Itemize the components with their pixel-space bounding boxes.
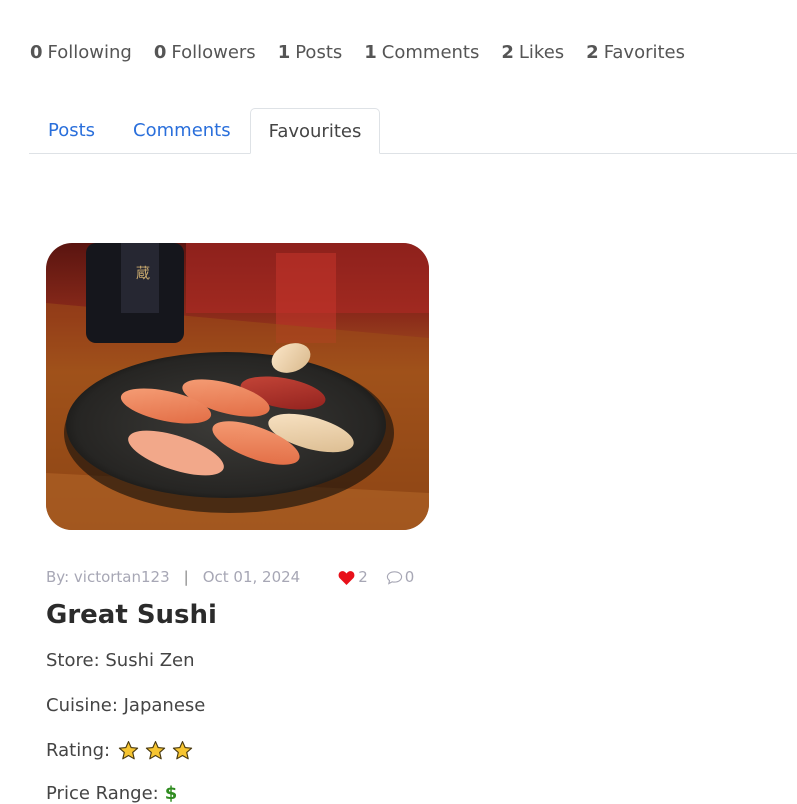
stat-likes[interactable]: 2 Likes bbox=[501, 42, 564, 63]
stat-following[interactable]: 0 Following bbox=[30, 42, 132, 63]
comment-count: 0 bbox=[404, 568, 415, 586]
post-price: Price Range: $ bbox=[46, 783, 177, 804]
rating-label: Rating: bbox=[46, 740, 111, 761]
post-stats: 2 0 bbox=[338, 568, 414, 586]
star-icon bbox=[145, 741, 166, 760]
dollar-icon: $ bbox=[164, 783, 178, 804]
post-title[interactable]: Great Sushi bbox=[46, 600, 217, 630]
comment-icon bbox=[386, 570, 402, 585]
sushi-photo: 蔵 bbox=[46, 243, 429, 530]
stat-comments[interactable]: 1 Comments bbox=[364, 42, 479, 63]
rating-stars bbox=[112, 740, 193, 761]
tab-favourites[interactable]: Favourites bbox=[249, 108, 381, 154]
stat-posts[interactable]: 1 Posts bbox=[278, 42, 343, 63]
post-cuisine: Cuisine: Japanese bbox=[46, 695, 206, 716]
star-icon bbox=[172, 741, 193, 760]
svg-text:蔵: 蔵 bbox=[136, 266, 150, 282]
stat-favorites[interactable]: 2 Favorites bbox=[586, 42, 685, 63]
tab-posts[interactable]: Posts bbox=[29, 108, 114, 153]
heart-icon bbox=[338, 570, 355, 585]
post-image[interactable]: 蔵 bbox=[46, 243, 429, 530]
post-store: Store: Sushi Zen bbox=[46, 650, 195, 671]
post-author[interactable]: By: victortan123 bbox=[46, 568, 170, 586]
like-button[interactable]: 2 bbox=[338, 568, 368, 586]
post-meta: By: victortan123 | Oct 01, 2024 2 0 bbox=[46, 568, 426, 586]
price-label: Price Range: bbox=[46, 783, 159, 804]
post-rating: Rating: bbox=[46, 740, 193, 761]
post-date: Oct 01, 2024 bbox=[202, 568, 301, 586]
profile-stats: 0 Following 0 Followers 1 Posts 1 Comments 2… bbox=[30, 42, 685, 63]
tab-comments[interactable]: Comments bbox=[114, 108, 250, 153]
meta-separator: | bbox=[183, 568, 189, 586]
star-icon bbox=[118, 741, 139, 760]
stat-followers[interactable]: 0 Followers bbox=[154, 42, 256, 63]
profile-tabs: Posts Comments Favourites bbox=[29, 108, 797, 154]
like-count: 2 bbox=[358, 568, 368, 586]
comment-button[interactable]: 0 bbox=[386, 568, 415, 586]
